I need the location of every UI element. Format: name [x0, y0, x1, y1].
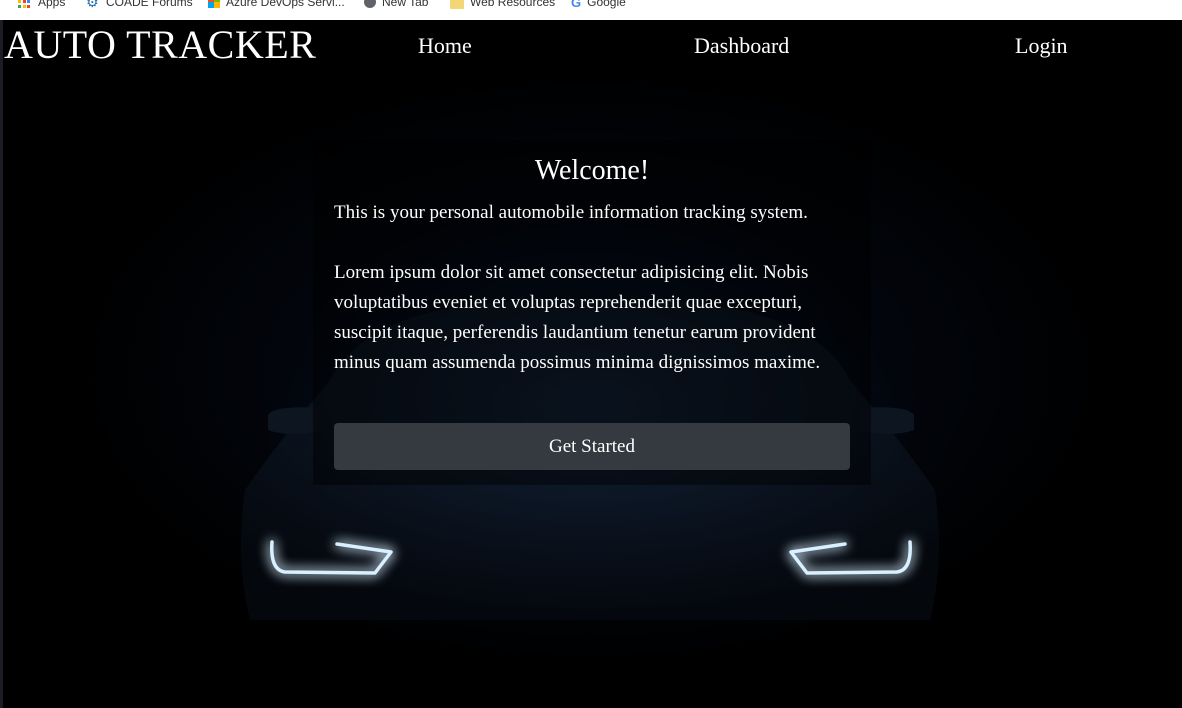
bookmark-google[interactable]: G Google [571, 0, 626, 11]
bookmark-azure-devops[interactable]: Azure DevOps Servi... [208, 0, 345, 11]
get-started-button[interactable]: Get Started [334, 423, 850, 470]
bookmark-apps[interactable]: Apps [18, 0, 65, 11]
nav-login-link[interactable]: Login [1015, 32, 1068, 60]
azure-icon [208, 0, 220, 8]
bookmark-web-resources[interactable]: Web Resources [450, 0, 555, 11]
bookmarks-bar: Apps ⚙ COADE Forums Azure DevOps Servi..… [0, 0, 1182, 21]
bookmark-label: Google [587, 0, 626, 9]
bookmark-label: COADE Forums [106, 0, 193, 9]
brand-logo[interactable]: AUTO TRACKER [4, 23, 316, 67]
gear-icon: ⚙ [86, 0, 99, 10]
bookmark-label: Web Resources [470, 0, 556, 9]
apps-grid-icon [18, 0, 32, 9]
folder-icon [450, 0, 464, 9]
bookmark-label: Apps [38, 0, 66, 9]
welcome-title: Welcome! [534, 155, 650, 186]
nav-dashboard-link[interactable]: Dashboard [694, 32, 789, 60]
welcome-body: Lorem ipsum dolor sit amet consectetur a… [334, 262, 821, 373]
globe-icon [364, 0, 376, 8]
bookmark-new-tab[interactable]: New Tab [364, 0, 428, 11]
bookmark-coade-forums[interactable]: ⚙ COADE Forums [86, 0, 193, 11]
google-icon: G [571, 0, 582, 10]
bookmark-label: New Tab [382, 0, 429, 9]
page-content: AUTO TRACKER Home Dashboard Login Welcom… [0, 20, 1182, 708]
nav-home-link[interactable]: Home [418, 32, 472, 60]
welcome-intro: This is your personal automobile informa… [334, 202, 808, 223]
bookmark-label: Azure DevOps Servi... [226, 0, 345, 9]
